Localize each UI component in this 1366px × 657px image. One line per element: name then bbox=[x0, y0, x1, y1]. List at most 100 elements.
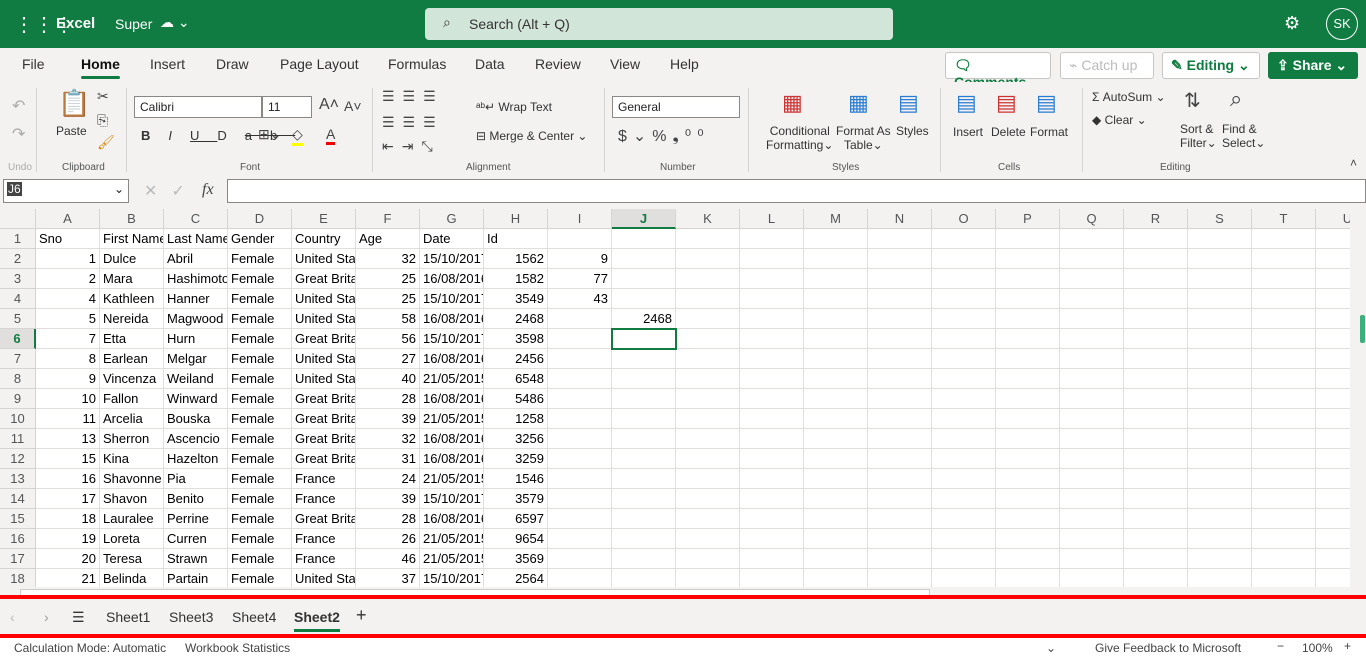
cancel-confirm-icons[interactable]: ✕✓ bbox=[144, 181, 199, 201]
vertical-scrollbar[interactable] bbox=[1350, 229, 1366, 587]
tab-draw[interactable]: Draw bbox=[216, 56, 249, 72]
tab-page-layout[interactable]: Page Layout bbox=[280, 56, 359, 72]
cell-J8[interactable] bbox=[612, 369, 676, 389]
editing-mode-button[interactable]: ✎ Editing ⌄ bbox=[1162, 52, 1260, 79]
format-painter-icon[interactable]: 🖌 bbox=[97, 134, 115, 151]
column-header-S[interactable]: S bbox=[1188, 209, 1252, 229]
cell-U9[interactable] bbox=[1316, 389, 1350, 409]
avatar[interactable]: SK bbox=[1326, 8, 1358, 40]
cell-G4[interactable]: 15/10/2017 bbox=[420, 289, 484, 309]
cell-K14[interactable] bbox=[676, 489, 740, 509]
font-size-select[interactable]: 11 bbox=[262, 96, 312, 118]
spreadsheet-grid[interactable]: ABCDEFGHIJKLMNOPQRSTU 1SnoFirst NameLast … bbox=[0, 209, 1350, 587]
cell-F10[interactable]: 39 bbox=[356, 409, 420, 429]
cell-K15[interactable] bbox=[676, 509, 740, 529]
cell-S7[interactable] bbox=[1188, 349, 1252, 369]
cell-R6[interactable] bbox=[1124, 329, 1188, 349]
cell-T15[interactable] bbox=[1252, 509, 1316, 529]
cell-U5[interactable] bbox=[1316, 309, 1350, 329]
cell-O17[interactable] bbox=[932, 549, 996, 569]
cell-O10[interactable] bbox=[932, 409, 996, 429]
feedback-link[interactable]: Give Feedback to Microsoft bbox=[1095, 641, 1241, 655]
cell-S6[interactable] bbox=[1188, 329, 1252, 349]
column-header-N[interactable]: N bbox=[868, 209, 932, 229]
cell-A8[interactable]: 9 bbox=[36, 369, 100, 389]
chevron-down-icon[interactable]: ☁ ⌄ bbox=[160, 14, 190, 31]
cell-U6[interactable] bbox=[1316, 329, 1350, 349]
cell-R3[interactable] bbox=[1124, 269, 1188, 289]
cell-C11[interactable]: Ascencio bbox=[164, 429, 228, 449]
cell-I5[interactable] bbox=[548, 309, 612, 329]
styles-button[interactable]: Styles bbox=[896, 124, 929, 138]
cell-M9[interactable] bbox=[804, 389, 868, 409]
cell-U14[interactable] bbox=[1316, 489, 1350, 509]
cell-Q13[interactable] bbox=[1060, 469, 1124, 489]
cell-Q12[interactable] bbox=[1060, 449, 1124, 469]
cell-I6[interactable] bbox=[548, 329, 612, 349]
cell-U12[interactable] bbox=[1316, 449, 1350, 469]
cell-N6[interactable] bbox=[868, 329, 932, 349]
cell-E16[interactable]: France bbox=[292, 529, 356, 549]
decrease-font-icon[interactable]: A˅ bbox=[344, 98, 362, 114]
cell-Q6[interactable] bbox=[1060, 329, 1124, 349]
cell-H17[interactable]: 3569 bbox=[484, 549, 548, 569]
cell-J13[interactable] bbox=[612, 469, 676, 489]
cell-I4[interactable]: 43 bbox=[548, 289, 612, 309]
cell-N11[interactable] bbox=[868, 429, 932, 449]
cell-G11[interactable]: 16/08/2016 bbox=[420, 429, 484, 449]
row-header-10[interactable]: 10 bbox=[0, 409, 36, 429]
cell-I2[interactable]: 9 bbox=[548, 249, 612, 269]
cell-J5[interactable]: 2468 bbox=[612, 309, 676, 329]
cell-M10[interactable] bbox=[804, 409, 868, 429]
cell-K18[interactable] bbox=[676, 569, 740, 587]
cell-S8[interactable] bbox=[1188, 369, 1252, 389]
cell-Q15[interactable] bbox=[1060, 509, 1124, 529]
cell-A5[interactable]: 5 bbox=[36, 309, 100, 329]
cell-D10[interactable]: Female bbox=[228, 409, 292, 429]
cell-I18[interactable] bbox=[548, 569, 612, 587]
cell-O16[interactable] bbox=[932, 529, 996, 549]
conditional-formatting-icon[interactable]: ▦ bbox=[782, 90, 803, 116]
cell-S2[interactable] bbox=[1188, 249, 1252, 269]
cell-F14[interactable]: 39 bbox=[356, 489, 420, 509]
cell-H10[interactable]: 1258 bbox=[484, 409, 548, 429]
cell-A7[interactable]: 8 bbox=[36, 349, 100, 369]
tab-home[interactable]: Home bbox=[81, 56, 120, 79]
cell-I17[interactable] bbox=[548, 549, 612, 569]
cell-P9[interactable] bbox=[996, 389, 1060, 409]
cell-E9[interactable]: Great Britain bbox=[292, 389, 356, 409]
cell-C6[interactable]: Hurn bbox=[164, 329, 228, 349]
cell-P12[interactable] bbox=[996, 449, 1060, 469]
cell-S9[interactable] bbox=[1188, 389, 1252, 409]
collapse-ribbon-icon[interactable]: ˄ bbox=[1350, 156, 1357, 170]
cell-G18[interactable]: 15/10/2017 bbox=[420, 569, 484, 587]
workbook-statistics[interactable]: Workbook Statistics bbox=[185, 641, 290, 655]
cell-D18[interactable]: Female bbox=[228, 569, 292, 587]
cell-O7[interactable] bbox=[932, 349, 996, 369]
cell-G3[interactable]: 16/08/2016 bbox=[420, 269, 484, 289]
cell-I7[interactable] bbox=[548, 349, 612, 369]
format-as-table-icon[interactable]: ▦ bbox=[848, 90, 869, 116]
cell-T18[interactable] bbox=[1252, 569, 1316, 587]
cell-T16[interactable] bbox=[1252, 529, 1316, 549]
fill-color-icon[interactable]: ◇ bbox=[292, 126, 303, 146]
cell-B11[interactable]: Sherron bbox=[100, 429, 164, 449]
cell-J15[interactable] bbox=[612, 509, 676, 529]
cell-D6[interactable]: Female bbox=[228, 329, 292, 349]
cell-D17[interactable]: Female bbox=[228, 549, 292, 569]
cell-L18[interactable] bbox=[740, 569, 804, 587]
column-header-E[interactable]: E bbox=[292, 209, 356, 229]
cell-A15[interactable]: 18 bbox=[36, 509, 100, 529]
cell-U13[interactable] bbox=[1316, 469, 1350, 489]
cell-Q16[interactable] bbox=[1060, 529, 1124, 549]
cell-B6[interactable]: Etta bbox=[100, 329, 164, 349]
cell-P16[interactable] bbox=[996, 529, 1060, 549]
cell-B1[interactable]: First Name bbox=[100, 229, 164, 249]
settings-gear-icon[interactable]: ⚙ bbox=[1284, 13, 1300, 34]
cell-H13[interactable]: 1546 bbox=[484, 469, 548, 489]
cell-N12[interactable] bbox=[868, 449, 932, 469]
cell-J2[interactable] bbox=[612, 249, 676, 269]
cell-P2[interactable] bbox=[996, 249, 1060, 269]
cell-G16[interactable]: 21/05/2015 bbox=[420, 529, 484, 549]
cell-E11[interactable]: Great Britain bbox=[292, 429, 356, 449]
